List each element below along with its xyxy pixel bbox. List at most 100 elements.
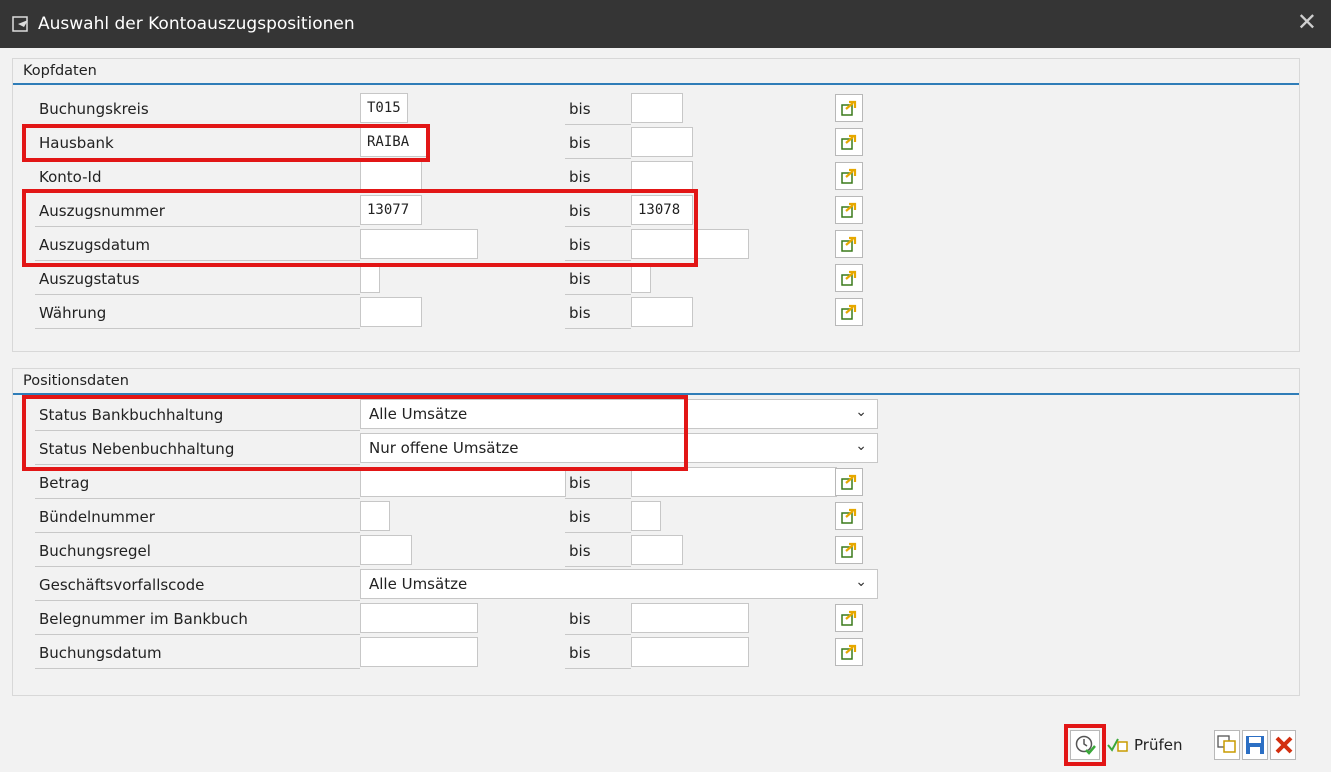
positionsdaten-title: Positionsdaten [23,373,129,389]
label-auszugstatus: Auszugstatus [39,270,140,288]
buendelnummer-to-input[interactable] [631,501,661,531]
hausbank-from-input[interactable]: RAIBA [360,127,428,157]
multiple-selection-button[interactable] [835,536,863,564]
waehrung-from-input[interactable] [360,297,422,327]
label-betrag: Betrag [39,474,90,492]
buchungsregel-to-input[interactable] [631,535,683,565]
multiple-selection-icon [841,168,857,184]
dialog-body: Kopfdaten Buchungskreis T015 bis Hausban… [0,48,1331,772]
label-status-bankbuchhaltung: Status Bankbuchhaltung [39,406,224,424]
bis-label: bis [569,304,591,322]
multiple-selection-button[interactable] [835,94,863,122]
label-buchungsdatum: Buchungsdatum [39,644,162,662]
multiple-selection-button[interactable] [835,162,863,190]
window-titlebar: Auswahl der Kontoauszugspositionen ✕ [0,0,1331,48]
multiple-selection-button[interactable] [835,264,863,292]
window-title: Auswahl der Kontoauszugspositionen [38,14,355,34]
konto-id-from-input[interactable] [360,161,422,191]
bis-label: bis [569,202,591,220]
multiple-selection-icon [841,304,857,320]
buchungsregel-from-input[interactable] [360,535,412,565]
label-belegnummer: Belegnummer im Bankbuch [39,610,248,628]
pruefen-label: Prüfen [1134,736,1183,754]
konto-id-to-input[interactable] [631,161,693,191]
label-auszugsnummer: Auszugsnummer [39,202,165,220]
buchungsdatum-from-input[interactable] [360,637,478,667]
multiple-selection-button[interactable] [835,468,863,496]
multiple-selection-button[interactable] [835,298,863,326]
multiple-selection-icon [841,542,857,558]
positionsdaten-group: Positionsdaten Status Bankbuchhaltung Al… [12,368,1300,696]
auszugsnummer-to-input[interactable]: 13078 [631,195,693,225]
execute-button[interactable] [1070,730,1100,760]
execute-clock-icon [1075,735,1096,755]
auszugsdatum-to-input[interactable] [631,229,749,259]
waehrung-to-input[interactable] [631,297,693,327]
label-buchungskreis: Buchungskreis [39,100,149,118]
bis-label: bis [569,542,591,560]
kopfdaten-header: Kopfdaten [13,59,1299,85]
geschaeftsvorfallscode-select[interactable]: Alle Umsätze ⌄ [360,569,878,599]
label-hausbank: Hausbank [39,134,114,152]
chevron-down-icon: ⌄ [855,574,867,590]
bis-label: bis [569,134,591,152]
chevron-down-icon: ⌄ [855,438,867,454]
save-icon [1246,736,1264,754]
multiple-selection-icon [841,508,857,524]
label-geschaeftsvorfallscode: Geschäftsvorfallscode [39,576,205,594]
status-nebenbuchhaltung-select[interactable]: Nur offene Umsätze ⌄ [360,433,878,463]
hausbank-to-input[interactable] [631,127,693,157]
pruefen-button[interactable]: Prüfen [1104,730,1210,760]
multiple-selection-button[interactable] [835,196,863,224]
label-status-nebenbuchhaltung: Status Nebenbuchhaltung [39,440,235,458]
auszugstatus-to-input[interactable] [631,263,651,293]
dialog-icon [12,16,28,32]
multiple-selection-button[interactable] [835,230,863,258]
auszugsnummer-from-input[interactable]: 13077 [360,195,422,225]
multiple-selection-icon [841,100,857,116]
positionsdaten-header: Positionsdaten [13,369,1299,395]
kopfdaten-group: Kopfdaten Buchungskreis T015 bis Hausban… [12,58,1300,352]
buchungsdatum-to-input[interactable] [631,637,749,667]
multiple-selection-button[interactable] [835,638,863,666]
multiple-selection-button[interactable] [835,604,863,632]
bis-label: bis [569,508,591,526]
multiple-selection-icon [841,134,857,150]
belegnummer-from-input[interactable] [360,603,478,633]
label-konto-id: Konto-Id [39,168,102,186]
multiple-selection-button[interactable] [835,502,863,530]
multiple-selection-icon [841,236,857,252]
bis-label: bis [569,610,591,628]
cancel-icon [1275,736,1293,754]
label-buendelnummer: Bündelnummer [39,508,155,526]
bis-label: bis [569,644,591,662]
belegnummer-to-input[interactable] [631,603,749,633]
multiple-selection-button[interactable] [835,128,863,156]
betrag-from-input[interactable] [360,467,566,497]
betrag-to-input[interactable] [631,467,837,497]
bis-label: bis [569,474,591,492]
label-auszugsdatum: Auszugsdatum [39,236,151,254]
status-bankbuchhaltung-select[interactable]: Alle Umsätze ⌄ [360,399,878,429]
bis-label: bis [569,100,591,118]
cancel-button[interactable] [1270,730,1296,760]
multiple-selection-icon [841,644,857,660]
multiple-selection-icon [841,202,857,218]
kopfdaten-title: Kopfdaten [23,63,97,79]
chevron-down-icon: ⌄ [855,404,867,420]
bis-label: bis [569,270,591,288]
auszugsdatum-from-input[interactable] [360,229,478,259]
buendelnummer-from-input[interactable] [360,501,390,531]
label-buchungsregel: Buchungsregel [39,542,151,560]
multiple-selection-icon [841,474,857,490]
bis-label: bis [569,168,591,186]
check-icon [1107,738,1128,752]
save-button[interactable] [1242,730,1268,760]
auszugstatus-from-input[interactable] [360,263,380,293]
buchungskreis-to-input[interactable] [631,93,683,123]
buchungskreis-from-input[interactable]: T015 [360,93,408,123]
close-window-button[interactable]: ✕ [1297,10,1317,34]
multiple-selection-icon [841,610,857,626]
copy-button[interactable] [1214,730,1240,760]
label-waehrung: Währung [39,304,107,322]
